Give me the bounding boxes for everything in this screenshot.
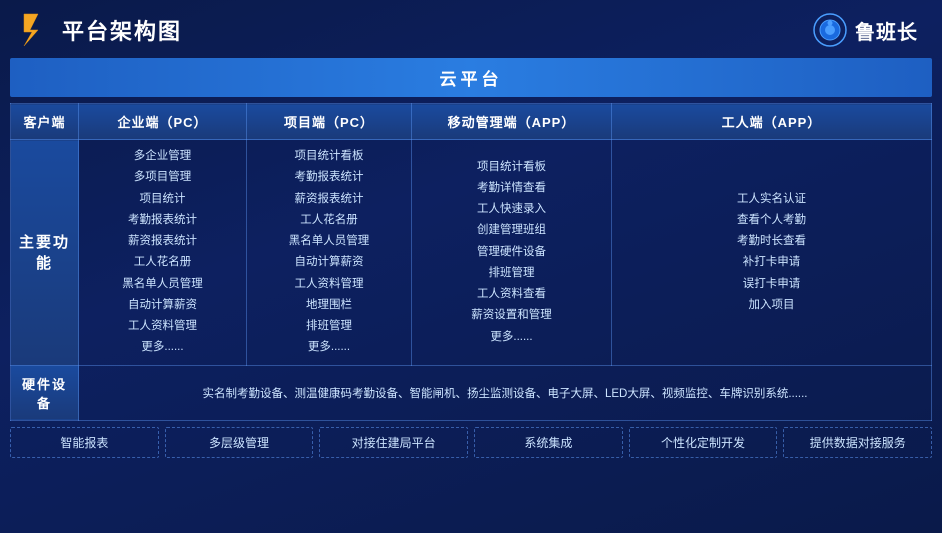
worker-feature-2: 查看个人考勤	[616, 210, 927, 231]
worker-feature-4: 补打卡申请	[616, 252, 927, 273]
project-feature-1: 项目统计看板	[251, 146, 407, 167]
enterprise-feature-7: 黑名单人员管理	[83, 274, 242, 295]
hardware-label: 硬件设备	[11, 365, 79, 420]
project-feature-7: 工人资料管理	[251, 274, 407, 295]
main-table: 客户端 企业端（PC） 项目端（PC） 移动管理端（APP） 工人端（APP） …	[10, 103, 932, 421]
col-header-enterprise: 企业端（PC）	[79, 104, 247, 140]
page-title: 平台架构图	[62, 14, 182, 46]
enterprise-feature-8: 自动计算薪资	[83, 295, 242, 316]
enterprise-feature-5: 薪资报表统计	[83, 231, 242, 252]
cloud-platform-bar: 云平台	[10, 58, 932, 97]
brand-name: 鲁班长	[855, 16, 918, 45]
mobile-app-features: 项目统计看板 考勤详情查看 工人快速录入 创建管理班组 管理硬件设备 排班管理 …	[412, 140, 612, 366]
project-feature-8: 地理围栏	[251, 295, 407, 316]
worker-feature-1: 工人实名认证	[616, 189, 927, 210]
feature-item-1: 多层级管理	[165, 427, 314, 458]
project-feature-3: 薪资报表统计	[251, 189, 407, 210]
feature-item-2: 对接住建局平台	[319, 427, 468, 458]
mobile-feature-8: 薪资设置和管理	[416, 305, 607, 326]
project-feature-9: 排班管理	[251, 316, 407, 337]
project-feature-6: 自动计算薪资	[251, 252, 407, 273]
enterprise-feature-3: 项目统计	[83, 189, 242, 210]
project-feature-4: 工人花名册	[251, 210, 407, 231]
mobile-feature-6: 排班管理	[416, 263, 607, 284]
feature-item-5: 提供数据对接服务	[783, 427, 932, 458]
brand-logo: 鲁班长	[813, 13, 918, 47]
logo-icon	[16, 12, 52, 48]
brand-icon	[813, 13, 847, 47]
header-left: 平台架构图	[16, 12, 182, 48]
enterprise-feature-10: 更多......	[83, 337, 242, 358]
mobile-feature-3: 工人快速录入	[416, 199, 607, 220]
bottom-features: 智能报表 多层级管理 对接住建局平台 系统集成 个性化定制开发 提供数据对接服务	[10, 427, 932, 458]
worker-feature-3: 考勤时长查看	[616, 231, 927, 252]
enterprise-pc-features: 多企业管理 多项目管理 项目统计 考勤报表统计 薪资报表统计 工人花名册 黑名单…	[79, 140, 247, 366]
enterprise-feature-9: 工人资料管理	[83, 316, 242, 337]
project-feature-5: 黑名单人员管理	[251, 231, 407, 252]
enterprise-feature-2: 多项目管理	[83, 167, 242, 188]
mobile-feature-1: 项目统计看板	[416, 157, 607, 178]
header: 平台架构图 鲁班长	[0, 0, 942, 58]
worker-app-features: 工人实名认证 查看个人考勤 考勤时长查看 补打卡申请 误打卡申请 加入项目	[612, 140, 932, 366]
project-pc-features: 项目统计看板 考勤报表统计 薪资报表统计 工人花名册 黑名单人员管理 自动计算薪…	[247, 140, 412, 366]
col-header-project: 项目端（PC）	[247, 104, 412, 140]
feature-item-4: 个性化定制开发	[629, 427, 778, 458]
feature-item-0: 智能报表	[10, 427, 159, 458]
hardware-content: 实名制考勤设备、测温健康码考勤设备、智能闸机、扬尘监测设备、电子大屏、LED大屏…	[79, 365, 932, 420]
hardware-row: 硬件设备 实名制考勤设备、测温健康码考勤设备、智能闸机、扬尘监测设备、电子大屏、…	[11, 365, 932, 420]
project-feature-10: 更多......	[251, 337, 407, 358]
mobile-feature-4: 创建管理班组	[416, 220, 607, 241]
col-header-worker: 工人端（APP）	[612, 104, 932, 140]
feature-item-3: 系统集成	[474, 427, 623, 458]
worker-feature-6: 加入项目	[616, 295, 927, 316]
mobile-feature-9: 更多......	[416, 327, 607, 348]
column-headers-row: 客户端 企业端（PC） 项目端（PC） 移动管理端（APP） 工人端（APP）	[11, 104, 932, 140]
col-header-client: 客户端	[11, 104, 79, 140]
main-function-label: 主要功能	[11, 140, 79, 366]
main-function-row: 主要功能 多企业管理 多项目管理 项目统计 考勤报表统计 薪资报表统计 工人花名…	[11, 140, 932, 366]
worker-feature-5: 误打卡申请	[616, 274, 927, 295]
enterprise-feature-1: 多企业管理	[83, 146, 242, 167]
project-feature-2: 考勤报表统计	[251, 167, 407, 188]
enterprise-feature-4: 考勤报表统计	[83, 210, 242, 231]
mobile-feature-7: 工人资料查看	[416, 284, 607, 305]
mobile-feature-5: 管理硬件设备	[416, 242, 607, 263]
col-header-mobile: 移动管理端（APP）	[412, 104, 612, 140]
enterprise-feature-6: 工人花名册	[83, 252, 242, 273]
mobile-feature-2: 考勤详情查看	[416, 178, 607, 199]
